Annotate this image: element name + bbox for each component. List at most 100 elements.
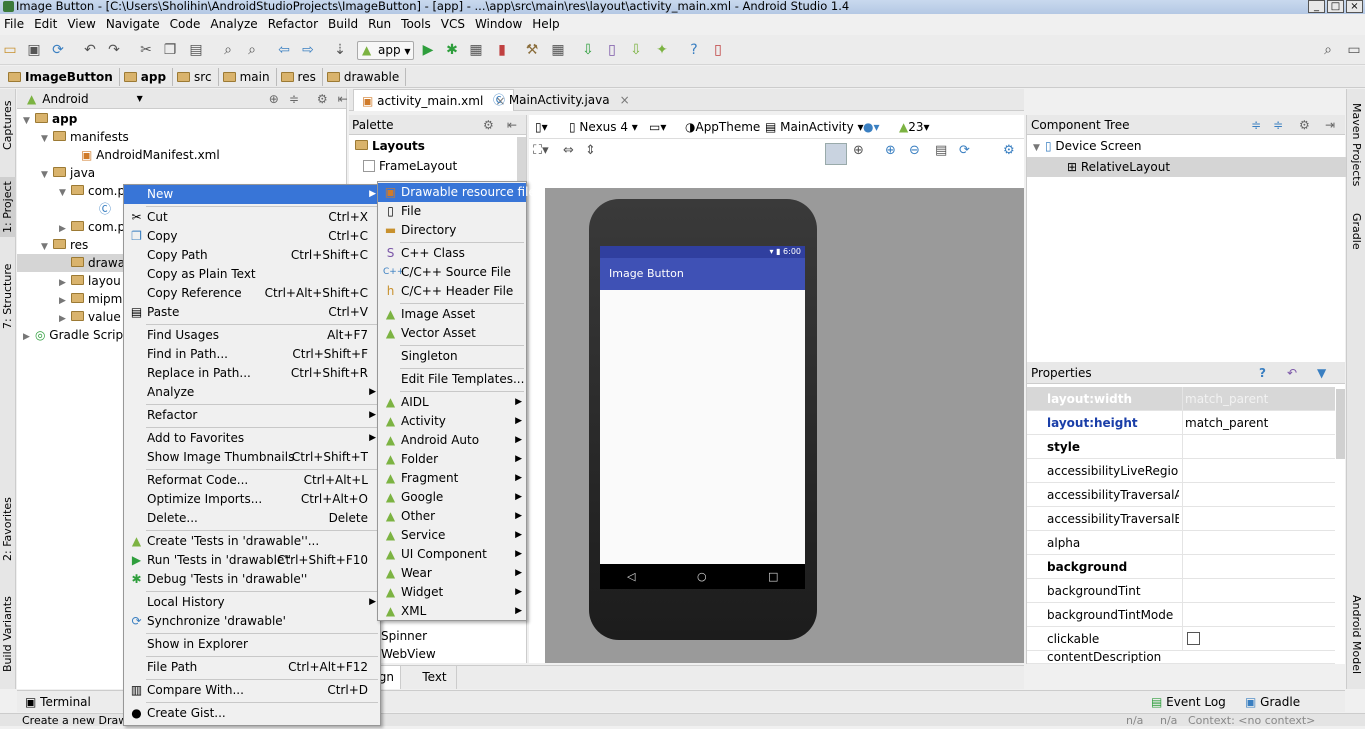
hide-panel-icon[interactable]: ⇥ [1325,115,1335,135]
menu-item-copy-plain[interactable]: Copy as Plain Text [124,265,380,284]
menu-item-debug-tests[interactable]: ✱ Debug 'Tests in 'drawable'' [124,570,380,589]
refresh-icon[interactable]: ⟳ [959,143,970,158]
submenu-item-fragment[interactable]: ▲ Fragment ▶ [378,469,526,488]
attach-debugger-icon[interactable]: ▮ [494,42,510,58]
menu-navigate[interactable]: Navigate [102,14,166,34]
property-value[interactable] [1182,435,1335,459]
paste-icon[interactable]: ▤ [188,42,204,58]
avd-manager-icon[interactable]: ▯ [604,42,620,58]
preview-icon[interactable]: ▤ [935,143,947,158]
coverage-icon[interactable]: ▦ [468,42,484,58]
copy-icon[interactable]: ❐ [162,42,178,58]
undo-icon[interactable]: ↶ [82,42,98,58]
menu-item-compare-with[interactable]: ▥ Compare With... Ctrl+D [124,681,380,700]
replace-icon[interactable]: ⌕ [244,42,260,58]
menu-item-file-path[interactable]: File Path Ctrl+Alt+F12 [124,658,380,677]
menu-item-copy[interactable]: ❐ Copy Ctrl+C [124,227,380,246]
tab-maven-projects[interactable]: Maven Projects [1348,103,1365,193]
menu-tools[interactable]: Tools [397,14,437,34]
tab-text[interactable]: Text [413,666,457,689]
property-row[interactable]: style [1027,435,1335,459]
submenu-item-folder[interactable]: ▲ Folder ▶ [378,450,526,469]
cut-icon[interactable]: ✂ [138,42,154,58]
menu-item-paste[interactable]: ▤ Paste Ctrl+V [124,303,380,322]
restore-default-icon[interactable]: ↶ [1287,362,1297,384]
breadcrumb-item[interactable]: app [120,67,174,86]
tab-build-variants[interactable]: Build Variants [0,594,16,674]
menu-help[interactable]: Help [528,14,565,34]
property-row[interactable]: backgroundTintMode [1027,603,1335,627]
tab-structure[interactable]: 7: Structure [0,261,16,331]
menu-item-show-thumbnails[interactable]: Show Image Thumbnails Ctrl+Shift+T [124,448,380,467]
menu-item-copy-reference[interactable]: Copy Reference Ctrl+Alt+Shift+C [124,284,380,303]
tree-node-values[interactable]: ▶ value [59,308,121,328]
tree-node-device-screen[interactable]: ▼ ▯ Device Screen [1033,137,1142,157]
orientation-dropdown[interactable]: ▭▾ [649,115,666,139]
find-icon[interactable]: ⌕ [220,42,236,58]
api-dropdown[interactable]: ▲23▾ [899,115,930,139]
menu-item-analyze[interactable]: Analyze ▶ [124,383,380,402]
collapse-all-icon[interactable]: ≑ [289,92,299,106]
submenu-item-service[interactable]: ▲ Service ▶ [378,526,526,545]
tree-node-class[interactable]: Ⓒ [99,200,111,218]
zoom-fit-icon[interactable]: ⛶▾ [533,143,549,158]
property-row[interactable]: contentDescription [1027,651,1335,664]
menu-item-delete[interactable]: Delete... Delete [124,509,380,528]
menu-edit[interactable]: Edit [30,14,63,34]
menu-view[interactable]: View [63,14,101,34]
property-value[interactable] [1182,555,1335,579]
menu-window[interactable]: Window [471,14,528,34]
menu-item-optimize-imports[interactable]: Optimize Imports... Ctrl+Alt+O [124,490,380,509]
menu-item-replace-in-path[interactable]: Replace in Path... Ctrl+Shift+R [124,364,380,383]
hide-panel-icon[interactable]: ⇤ [338,92,348,106]
menu-item-cut[interactable]: ✂ Cut Ctrl+X [124,208,380,227]
maximize-button[interactable]: □ [1327,0,1344,13]
tree-node-manifests[interactable]: ▼ manifests [41,128,129,148]
menu-item-add-to-favorites[interactable]: Add to Favorites ▶ [124,429,380,448]
submenu-item-cpp-class[interactable]: S C++ Class [378,244,526,263]
property-row[interactable]: backgroundTint [1027,579,1335,603]
property-row[interactable]: clickable [1027,627,1335,651]
property-row[interactable]: accessibilityTraversalBefore [1027,507,1335,531]
save-icon[interactable]: ▣ [26,42,42,58]
menu-code[interactable]: Code [166,14,207,34]
property-value[interactable] [1182,579,1335,603]
scroll-from-source-icon[interactable]: ⊕ [269,92,279,106]
expand-horizontal-icon[interactable]: ⇔ [563,143,574,158]
sync-gradle-icon[interactable]: ⇩ [580,42,596,58]
tab-mainactivity-java[interactable]: Ⓒ MainActivity.java × [485,89,638,111]
close-icon[interactable]: × [620,93,630,107]
submenu-item-file[interactable]: ▯ File [378,202,526,221]
breadcrumb-item[interactable]: main [219,67,277,86]
menu-vcs[interactable]: VCS [437,14,471,34]
make-project-icon[interactable]: ⇣ [332,42,348,58]
tab-gradle[interactable]: Gradle [1348,213,1365,263]
submenu-item-other[interactable]: ▲ Other ▶ [378,507,526,526]
submenu-item-drawable-resource-file[interactable]: ▣ Drawable resource file [378,183,536,202]
submenu-item-activity[interactable]: ▲ Activity ▶ [378,412,526,431]
submenu-item-wear[interactable]: ▲ Wear ▶ [378,564,526,583]
filter-icon[interactable]: ▼ [1317,362,1326,384]
palette-item-spinner[interactable]: Spinner [381,627,427,645]
property-row[interactable]: background [1027,555,1335,579]
tab-event-log[interactable]: ▤ Event Log [1151,693,1226,711]
menu-refactor[interactable]: Refactor [264,14,324,34]
menu-item-create-tests[interactable]: ▲ Create 'Tests in 'drawable''... [124,532,380,551]
close-button[interactable]: × [1346,0,1363,13]
android-monitor-icon[interactable]: ✦ [654,42,670,58]
collapse-all-icon[interactable]: ≑ [1273,115,1283,135]
zoom-actual-icon[interactable] [825,143,847,165]
property-row[interactable]: accessibilityLiveRegion [1027,459,1335,483]
submenu-item-directory[interactable]: ▬ Directory [378,221,526,240]
tree-node-java[interactable]: ▼ java [41,164,95,184]
breadcrumb-item[interactable]: src [173,67,219,86]
gear-icon[interactable]: ⚙ [317,92,328,106]
tree-node-app[interactable]: ▼ app [23,110,77,130]
tree-node-layout[interactable]: ▶ layou [59,272,121,292]
sync-icon[interactable]: ⟳ [50,42,66,58]
tree-node-gradle-scripts[interactable]: ▶ ◎ Gradle Scripts [23,326,134,346]
breadcrumb-item[interactable]: res [277,67,323,86]
activity-dropdown[interactable]: ▤ MainActivity ▾ [765,115,864,139]
tree-node-package[interactable]: ▼ com.p [59,182,125,202]
menu-item-create-gist[interactable]: ● Create Gist... [124,704,380,723]
